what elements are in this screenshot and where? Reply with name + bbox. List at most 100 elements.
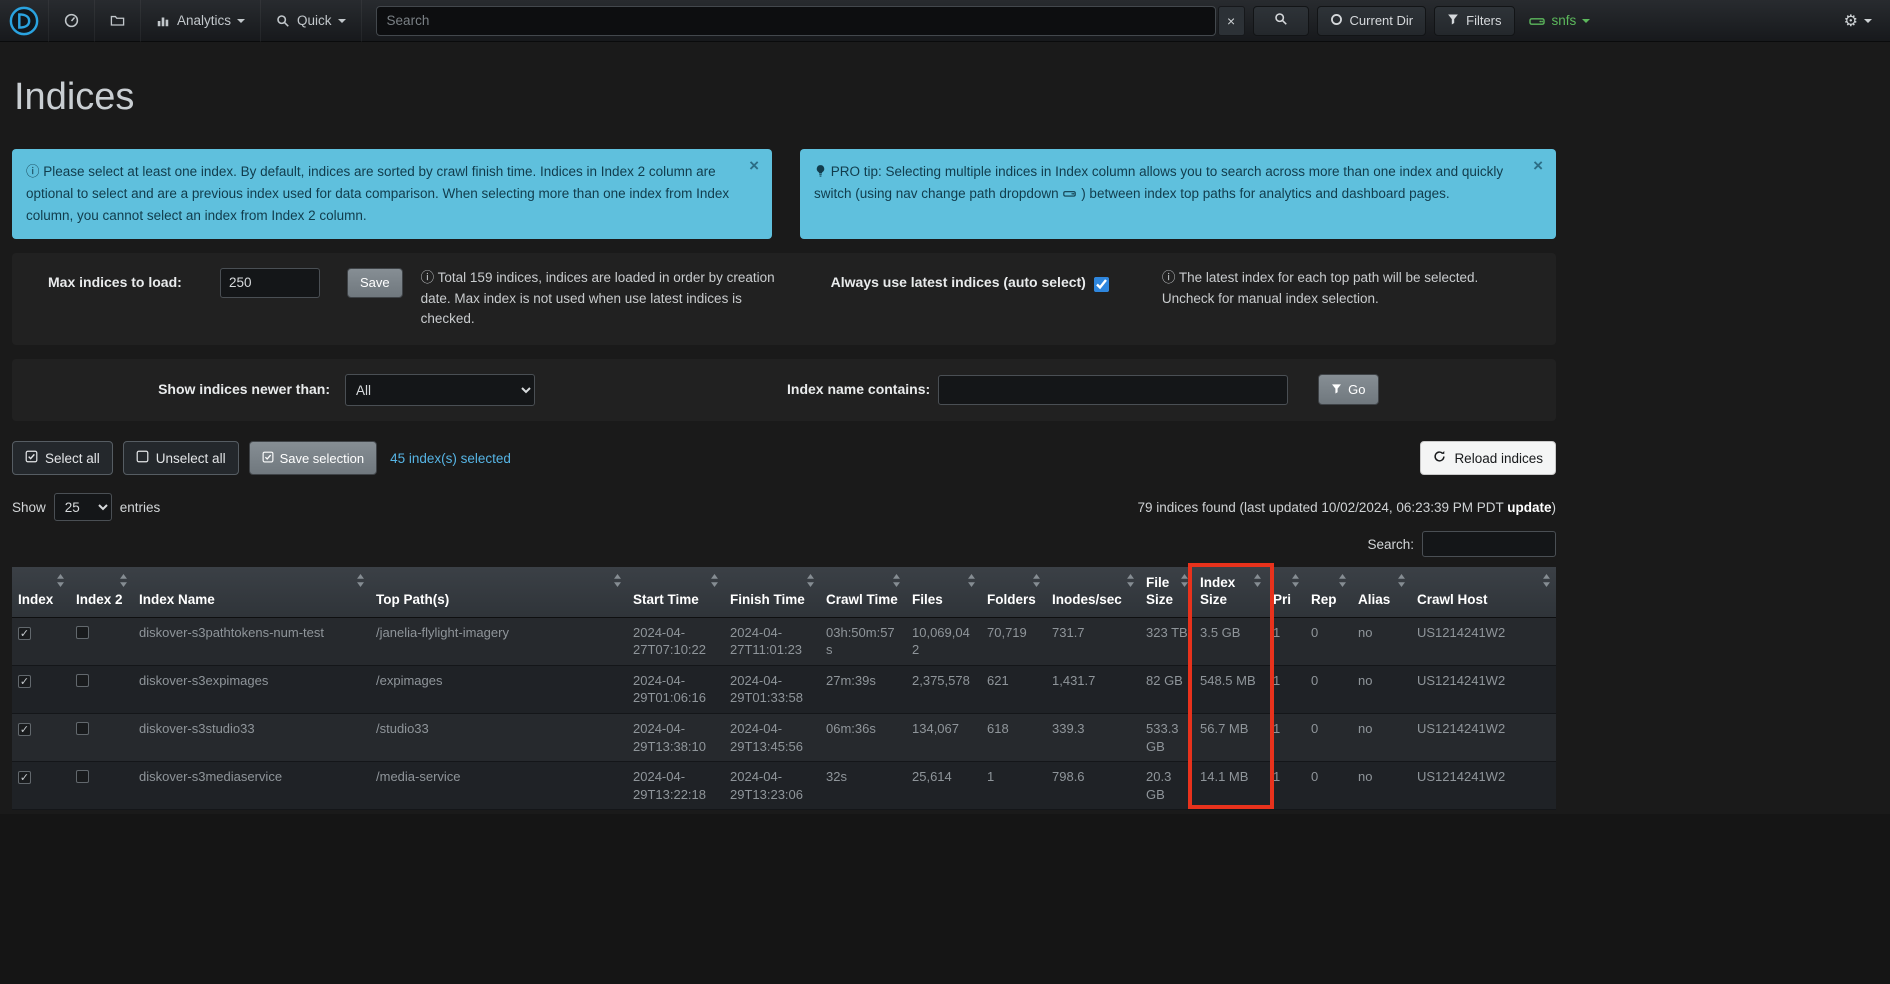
column-header-files[interactable]: Files [906,567,981,617]
filters-button[interactable]: Filters [1434,6,1514,36]
use-latest-group: Always use latest indices (auto select) [831,268,1112,295]
column-header-top-path-s-[interactable]: Top Path(s) [370,567,627,617]
select-all-button[interactable]: Select all [12,441,113,475]
column-header-pri[interactable]: Pri [1267,567,1305,617]
cell-crawl_time: 27m:39s [820,665,906,713]
info-circle-icon: ⓘ [1162,270,1176,285]
quick-menu[interactable]: Quick [261,0,362,42]
column-header-finish-time[interactable]: Finish Time [724,567,820,617]
index-checkbox[interactable]: ✓ [18,723,31,736]
index-checkbox[interactable]: ✓ [18,771,31,784]
sort-icon[interactable] [356,574,365,592]
cell-files: 25,614 [906,762,981,810]
sort-icon[interactable] [1338,574,1347,592]
max-indices-panel: Max indices to load: Save ⓘ Total 159 in… [12,253,1556,346]
sort-icon[interactable] [710,574,719,592]
selected-count-link[interactable]: 45 index(s) selected [390,451,511,466]
square-icon [136,450,149,466]
check-square-icon [262,451,274,466]
index2-checkbox[interactable] [76,770,89,783]
go-button[interactable]: Go [1318,374,1378,405]
index-checkbox[interactable]: ✓ [18,627,31,640]
sort-icon[interactable] [1032,574,1041,592]
newer-than-select[interactable]: All [345,374,535,406]
entries-per-page-select[interactable]: 25 [54,493,112,521]
storage-path-menu[interactable]: snfs [1517,0,1603,42]
use-latest-info: ⓘ The latest index for each top path wil… [1162,268,1514,310]
cell-start: 2024-04-29T01:06:16 [627,665,724,713]
index2-checkbox[interactable] [76,722,89,735]
current-dir-toggle-button[interactable]: Current Dir [1317,6,1427,36]
column-header-label: Start Time [633,592,699,607]
diskover-logo[interactable] [0,0,49,42]
sort-icon[interactable] [1291,574,1300,592]
cell-alias: no [1352,665,1411,713]
cell-name: diskover-s3pathtokens-num-test [133,617,370,665]
search-submit-button[interactable] [1253,6,1309,36]
column-header-index-2[interactable]: Index 2 [70,567,133,617]
sort-icon[interactable] [613,574,622,592]
sort-icon[interactable] [806,574,815,592]
column-header-start-time[interactable]: Start Time [627,567,724,617]
sort-icon[interactable] [1397,574,1406,592]
analytics-menu[interactable]: Analytics [141,0,261,42]
newer-than-label: Show indices newer than: [12,374,330,397]
sort-icon[interactable] [1253,574,1262,592]
sort-icon[interactable] [119,574,128,592]
save-max-indices-button[interactable]: Save [347,268,403,298]
entries-label: entries [120,500,161,515]
column-header-index-size[interactable]: Index Size [1194,567,1267,617]
cell-start: 2024-04-27T07:10:22 [627,617,724,665]
use-latest-label: Always use latest indices (auto select) [831,274,1086,290]
column-header-folders[interactable]: Folders [981,567,1046,617]
sort-icon[interactable] [967,574,976,592]
cell-index2-checkbox [70,617,133,665]
global-search-input[interactable] [376,6,1216,36]
column-header-index[interactable]: Index [12,567,70,617]
table-search-input[interactable] [1422,531,1556,557]
save-selection-button[interactable]: Save selection [249,441,378,475]
index-filter-panel: Show indices newer than: All Index name … [12,359,1556,421]
close-icon[interactable]: × [749,157,759,174]
cell-finish: 2024-04-29T13:23:06 [724,762,820,810]
cell-name: diskover-s3expimages [133,665,370,713]
hdd-icon [1062,186,1081,201]
close-icon[interactable]: × [1533,157,1543,174]
cell-inodes_sec: 1,431.7 [1046,665,1140,713]
column-header-file-size[interactable]: File Size [1140,567,1194,617]
column-header-inodes-sec[interactable]: Inodes/sec [1046,567,1140,617]
use-latest-info-text: The latest index for each top path will … [1162,270,1478,306]
clear-search-button[interactable]: × [1218,6,1245,36]
index-checkbox[interactable]: ✓ [18,675,31,688]
file-browser-nav-button[interactable] [95,0,141,42]
sort-icon[interactable] [56,574,65,592]
dashboard-nav-button[interactable] [49,0,95,42]
sort-icon[interactable] [1126,574,1135,592]
use-latest-checkbox[interactable] [1094,277,1109,292]
sort-icon[interactable] [892,574,901,592]
index2-checkbox[interactable] [76,674,89,687]
sort-icon[interactable] [1542,574,1551,592]
cell-alias: no [1352,617,1411,665]
sort-icon[interactable] [1180,574,1189,592]
selection-toolbar: Select all Unselect all Save selection 4… [12,441,1556,475]
circle-icon [1330,13,1343,29]
reload-indices-button[interactable]: Reload indices [1420,441,1556,475]
index2-checkbox[interactable] [76,626,89,639]
settings-menu[interactable]: ⚙ [1838,0,1878,42]
cell-files: 2,375,578 [906,665,981,713]
max-indices-input[interactable] [220,268,320,298]
column-header-alias[interactable]: Alias [1352,567,1411,617]
info-circle-icon: ⓘ [26,164,40,179]
save-selection-label: Save selection [280,451,365,466]
unselect-all-button[interactable]: Unselect all [123,441,239,475]
column-header-crawl-time[interactable]: Crawl Time [820,567,906,617]
column-header-label: Inodes/sec [1052,592,1122,607]
table-row: ✓diskover-s3expimages/expimages2024-04-2… [12,665,1556,713]
column-header-index-name[interactable]: Index Name [133,567,370,617]
name-contains-input[interactable] [938,375,1288,405]
update-link[interactable]: update [1507,500,1551,515]
column-header-crawl-host[interactable]: Crawl Host [1411,567,1556,617]
cell-pri: 1 [1267,714,1305,762]
column-header-rep[interactable]: Rep [1305,567,1352,617]
